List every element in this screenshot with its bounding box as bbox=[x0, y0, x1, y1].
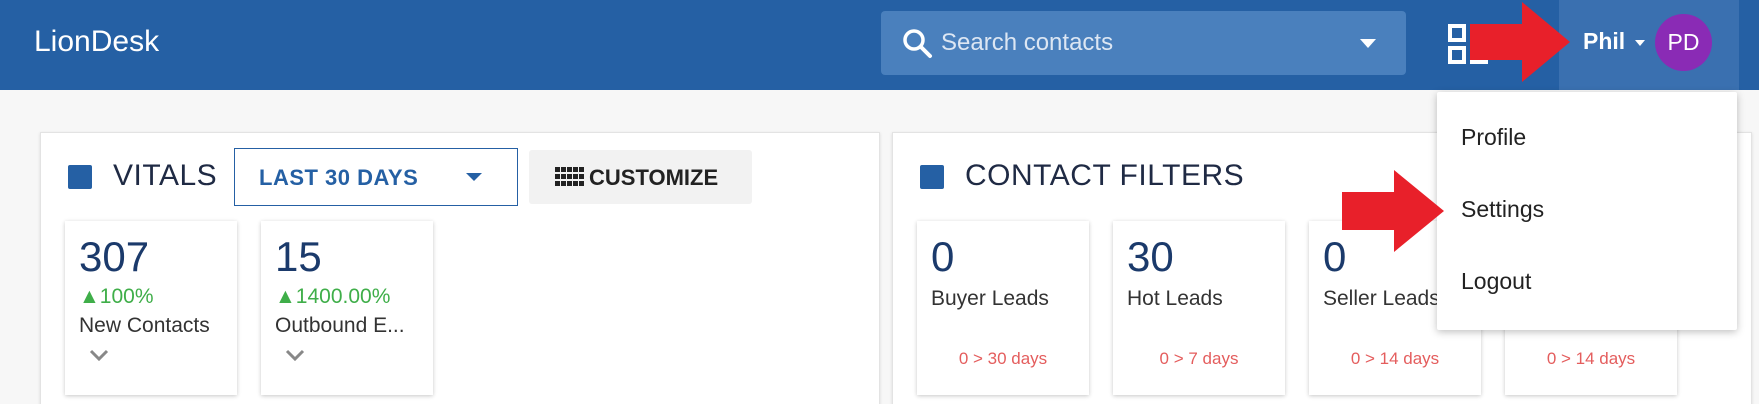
user-name: Phil bbox=[1583, 28, 1626, 54]
filter-card-hot-leads[interactable]: 30 Hot Leads 0 > 7 days bbox=[1113, 221, 1285, 395]
vital-delta-value: 1400.00% bbox=[295, 285, 391, 308]
brand-logo[interactable]: LionDesk bbox=[34, 25, 159, 59]
vital-card-outbound-emails[interactable]: 15 ▲1400.00% Outbound E... bbox=[261, 221, 433, 395]
panel-color-square bbox=[920, 165, 944, 189]
filter-label: Buyer Leads bbox=[931, 287, 1049, 310]
panel-color-square bbox=[68, 165, 92, 189]
search-input[interactable] bbox=[941, 11, 1341, 75]
menu-item-settings[interactable]: Settings bbox=[1461, 196, 1544, 223]
avatar[interactable]: PD bbox=[1655, 14, 1712, 71]
filter-value: 0 bbox=[931, 233, 955, 280]
annotation-arrow-icon bbox=[1470, 2, 1570, 82]
date-range-value: LAST 30 DAYS bbox=[259, 165, 419, 190]
filter-label: Hot Leads bbox=[1127, 287, 1223, 310]
annotation-arrow-icon bbox=[1342, 170, 1444, 252]
chevron-down-icon bbox=[466, 173, 482, 181]
user-dropdown-menu: Profile Settings Logout bbox=[1437, 92, 1737, 330]
chevron-down-icon[interactable] bbox=[285, 349, 305, 361]
menu-item-profile[interactable]: Profile bbox=[1461, 124, 1526, 151]
search-box[interactable] bbox=[881, 11, 1406, 75]
search-icon bbox=[903, 29, 932, 58]
vital-value: 307 bbox=[79, 233, 150, 280]
vital-card-new-contacts[interactable]: 307 ▲100% New Contacts bbox=[65, 221, 237, 395]
filter-aging: 0 > 14 days bbox=[1546, 349, 1636, 368]
filter-value: 30 bbox=[1127, 233, 1174, 280]
vitals-title: VITALS bbox=[113, 159, 218, 192]
filter-card-buyer-leads[interactable]: 0 Buyer Leads 0 > 30 days bbox=[917, 221, 1089, 395]
filter-aging: 0 > 30 days bbox=[958, 349, 1048, 368]
filter-aging: 0 > 7 days bbox=[1159, 349, 1239, 368]
vital-delta: ▲100% bbox=[79, 285, 154, 308]
user-menu-toggle[interactable]: Phil PD bbox=[1559, 0, 1739, 90]
vitals-panel: VITALS LAST 30 DAYS CUSTOMIZE 307 ▲100% … bbox=[40, 132, 880, 404]
chevron-down-icon[interactable] bbox=[89, 349, 109, 361]
date-range-select[interactable]: LAST 30 DAYS bbox=[234, 148, 518, 206]
filter-label: Seller Leads bbox=[1323, 287, 1440, 310]
vital-label: Outbound E... bbox=[275, 314, 405, 337]
vital-label: New Contacts bbox=[79, 314, 210, 337]
chevron-down-icon[interactable] bbox=[1360, 39, 1376, 48]
chevron-down-icon bbox=[1635, 40, 1645, 46]
grid-icon bbox=[555, 167, 584, 186]
contact-filters-title: CONTACT FILTERS bbox=[965, 159, 1245, 192]
filter-aging: 0 > 14 days bbox=[1350, 349, 1440, 368]
customize-button[interactable]: CUSTOMIZE bbox=[529, 150, 752, 204]
vital-value: 15 bbox=[275, 233, 322, 280]
customize-label: CUSTOMIZE bbox=[589, 165, 719, 190]
vital-delta-value: 100% bbox=[99, 285, 154, 308]
vital-delta: ▲1400.00% bbox=[275, 285, 391, 308]
menu-item-logout[interactable]: Logout bbox=[1461, 268, 1531, 295]
